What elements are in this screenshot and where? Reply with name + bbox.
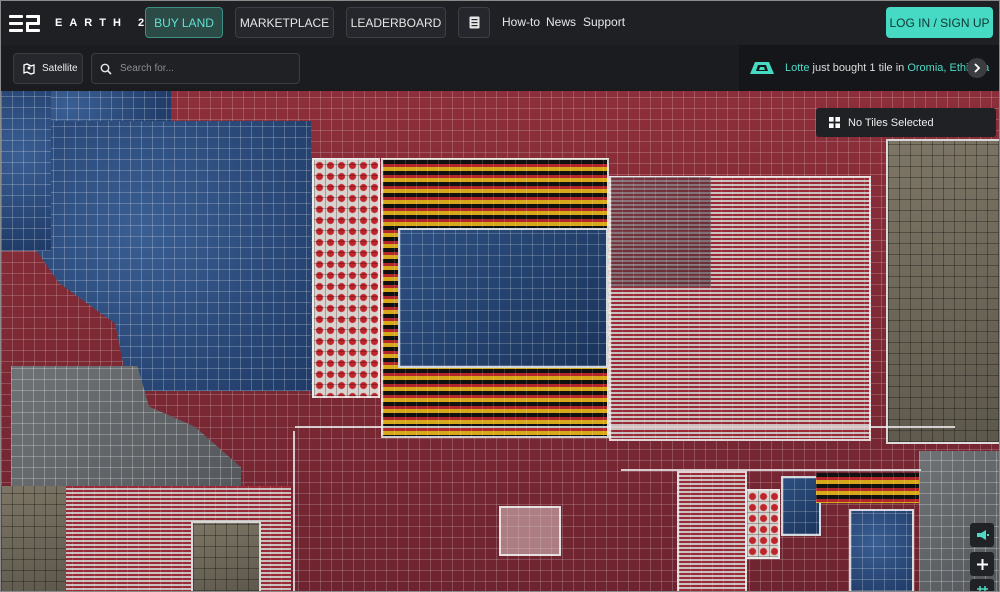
search-input[interactable] [120,63,290,74]
grid-toggle-button[interactable] [970,579,994,591]
zone-border [621,469,921,471]
purchase-ticker: Lotte just bought 1 tile in Oromia, Ethi… [739,45,999,91]
map-zone[interactable] [499,506,561,556]
document-icon [469,16,479,29]
map-zone[interactable] [191,521,261,591]
earth2-logo-icon [9,13,41,33]
grid-icon [829,117,840,128]
top-navbar: EARTH 2 BUY LAND MARKETPLACE LEADERBOARD… [1,1,999,45]
ticker-next-button[interactable] [967,58,987,78]
map-zone[interactable] [312,158,380,398]
map-zone[interactable] [1,91,51,251]
map-zone[interactable] [31,121,311,391]
map-zone[interactable] [398,228,608,368]
howto-link[interactable]: How-to [502,15,540,29]
zone-border [293,431,295,591]
map-zone[interactable] [1,486,66,591]
logo-text: EARTH 2 [55,17,152,29]
chevron-right-icon [974,63,981,73]
zone-border [295,426,955,428]
leaderboard-button[interactable]: LEADERBOARD [346,7,446,38]
map-zone[interactable] [816,473,921,503]
login-signup-button[interactable]: LOG IN / SIGN UP [886,7,993,38]
news-link[interactable]: News [546,15,576,29]
satellite-label: Satellite [42,63,78,74]
logo[interactable]: EARTH 2 [9,8,151,38]
support-link[interactable]: Support [583,15,625,29]
map-zone[interactable] [677,471,747,591]
map-zone[interactable] [745,489,780,559]
zoom-in-button[interactable] [970,552,994,576]
map-toolbar: Satellite Lotte just bought 1 tile in Or… [1,45,999,91]
announce-button[interactable] [970,523,994,547]
marketplace-button[interactable]: MARKETPLACE [235,7,334,38]
ticker-action: just bought 1 tile in [809,62,908,74]
plus-icon [976,558,988,570]
search-box[interactable] [91,53,300,84]
ticker-user[interactable]: Lotte [785,62,809,74]
document-button[interactable] [458,7,490,38]
satellite-toggle-button[interactable]: Satellite [13,53,83,84]
app-window: EARTH 2 BUY LAND MARKETPLACE LEADERBOARD… [0,0,1000,592]
megaphone-icon [976,530,989,540]
hash-icon [976,585,988,591]
search-icon [100,63,112,75]
map-icon [23,62,35,75]
map-zone[interactable] [886,139,999,444]
tile-purchase-icon [750,62,774,74]
map-zone[interactable] [611,177,711,287]
map-zone[interactable] [849,509,914,591]
tile-selection-panel[interactable]: No Tiles Selected [816,108,996,137]
selection-status: No Tiles Selected [848,116,934,129]
buy-land-button[interactable]: BUY LAND [145,7,223,38]
map-zone[interactable] [781,476,821,536]
tile-map[interactable] [1,91,999,591]
